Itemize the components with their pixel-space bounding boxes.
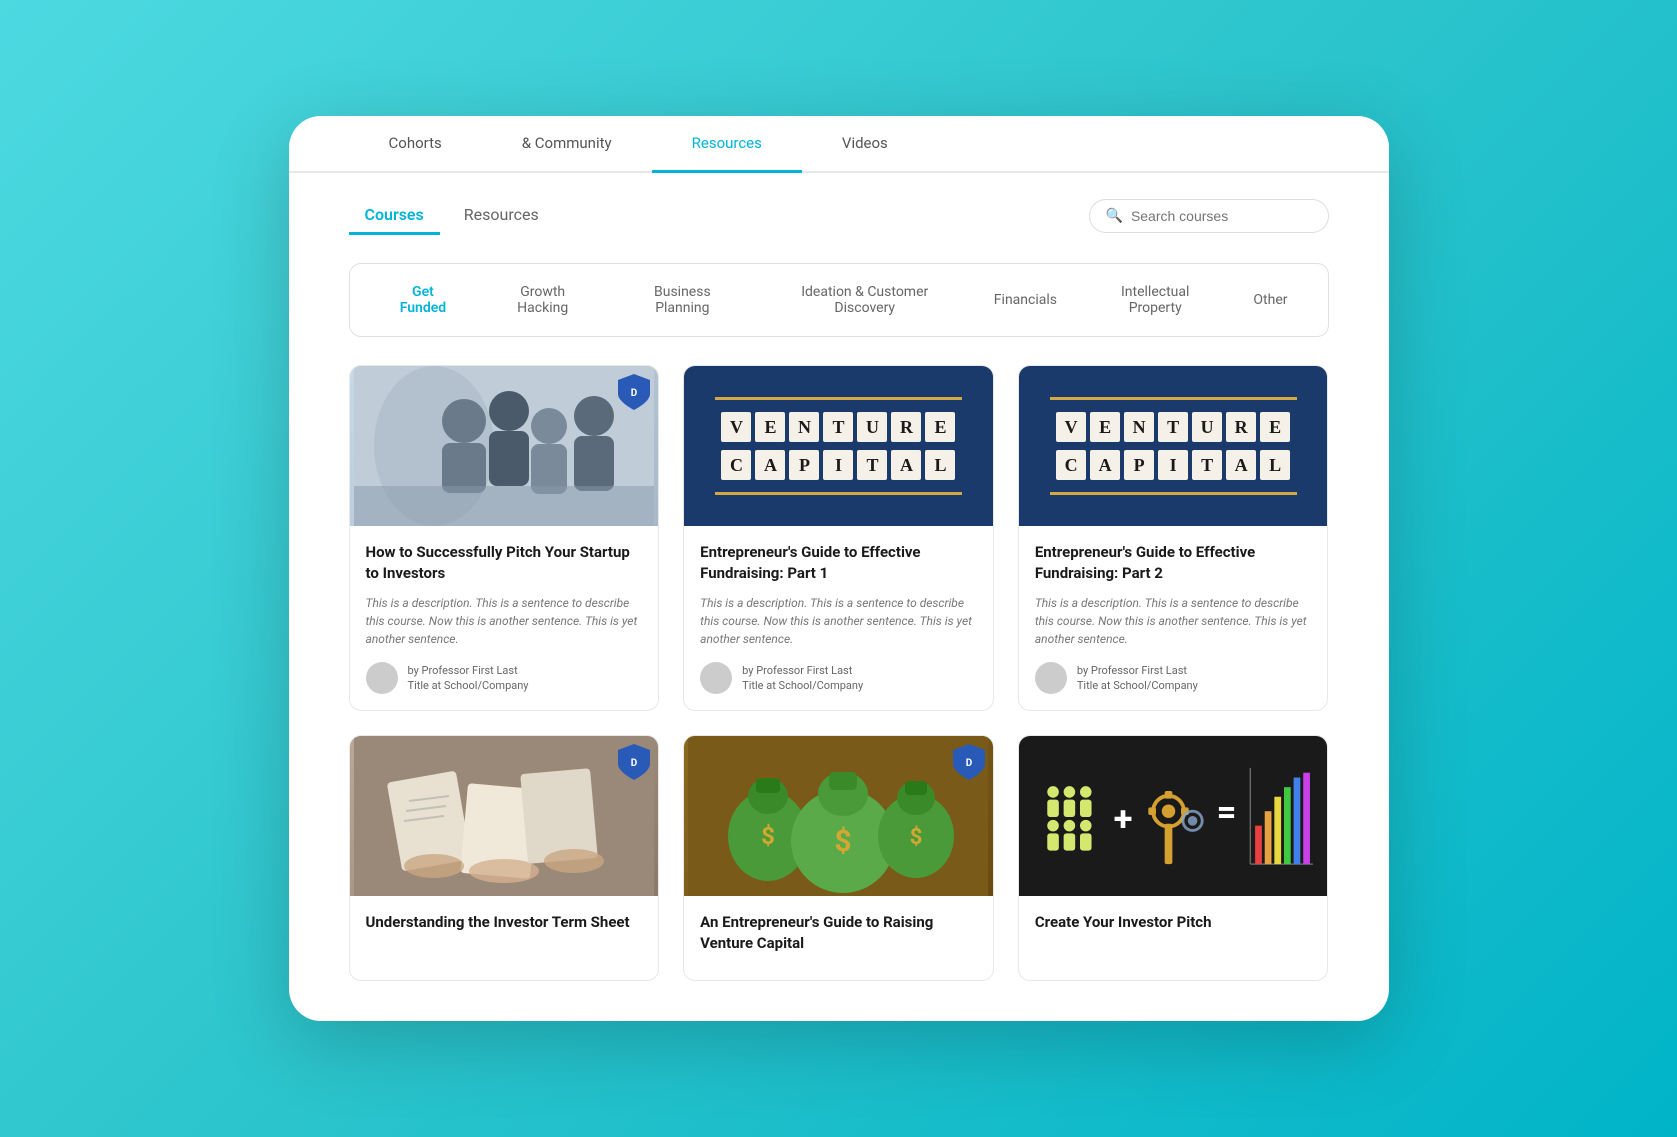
vc-row-2-3: C A P I T A L [1056, 450, 1290, 480]
vc-row-1-3: V E N T U R E [1056, 412, 1290, 442]
category-other[interactable]: Other [1233, 284, 1307, 316]
vc-row-2: C A P I T A L [721, 450, 955, 480]
vc-line-bottom-3 [1050, 492, 1297, 495]
course-title-5: An Entrepreneur's Guide to Raising Ventu… [700, 912, 977, 954]
vc-line-bottom [715, 492, 962, 495]
card-img-wrap-2: V E N T U R E C A P I [684, 366, 993, 526]
vc-row-1: V E N T U R E [721, 412, 955, 442]
course-card-1[interactable]: D How to Successfully Pitch Your Startup… [349, 365, 660, 711]
author-info-3: by Professor First Last Title at School/… [1077, 663, 1198, 694]
shield-badge-1: D [618, 374, 650, 410]
course-card-2[interactable]: V E N T U R E C A P I [683, 365, 994, 711]
course-body-5: An Entrepreneur's Guide to Raising Ventu… [684, 896, 993, 980]
course-card-3[interactable]: V E N T U R E C A P I [1018, 365, 1329, 711]
course-body-3: Entrepreneur's Guide to Effective Fundra… [1019, 526, 1328, 710]
svg-text:+: + [1114, 799, 1133, 839]
course-body-6: Create Your Investor Pitch [1019, 896, 1328, 959]
author-avatar-2 [700, 662, 732, 694]
tab-courses[interactable]: Courses [349, 197, 440, 235]
card-img-wrap-1: D [350, 366, 659, 526]
vc-line-top-3 [1050, 397, 1297, 400]
shield-badge-5: D [953, 744, 985, 784]
course-thumb-3: V E N T U R E C A P I [1019, 366, 1328, 526]
svg-text:D: D [631, 758, 638, 769]
course-body-4: Understanding the Investor Term Sheet [350, 896, 659, 959]
svg-text:$: $ [762, 822, 776, 850]
course-author-3: by Professor First Last Title at School/… [1035, 662, 1312, 694]
author-avatar-3 [1035, 662, 1067, 694]
main-content: Courses Resources 🔍 Get Funded Growth Ha… [289, 173, 1389, 1021]
author-info-1: by Professor First Last Title at School/… [408, 663, 529, 694]
author-info-2: by Professor First Last Title at School/… [742, 663, 863, 694]
nav-cohorts[interactable]: Cohorts [349, 116, 482, 173]
device-frame: Cohorts & Community Resources Videos Cou… [289, 116, 1389, 1021]
course-title-4: Understanding the Investor Term Sheet [366, 912, 643, 933]
course-card-6[interactable]: + [1018, 735, 1329, 981]
search-input[interactable] [1131, 208, 1312, 224]
card-img-wrap-5: $ $ $ [684, 736, 993, 896]
author-avatar-1 [366, 662, 398, 694]
svg-text:=: = [1216, 793, 1236, 833]
card-img-wrap-6: + [1019, 736, 1328, 896]
search-icon: 🔍 [1106, 208, 1123, 224]
shield-badge-4: D [618, 744, 650, 784]
course-body-1: How to Successfully Pitch Your Startup t… [350, 526, 659, 710]
category-growth-hacking[interactable]: Growth Hacking [476, 276, 609, 324]
category-ip[interactable]: Intellectual Property [1077, 276, 1233, 324]
course-thumb-5: $ $ $ [684, 736, 993, 896]
tabs: Courses Resources [349, 197, 555, 235]
svg-text:$: $ [835, 824, 852, 859]
course-desc-2: This is a description. This is a sentenc… [700, 594, 977, 648]
card-img-wrap-4: D [350, 736, 659, 896]
course-author-1: by Professor First Last Title at School/… [366, 662, 643, 694]
nav-resources[interactable]: Resources [652, 116, 802, 173]
nav-community[interactable]: & Community [482, 116, 652, 173]
category-financials[interactable]: Financials [974, 284, 1077, 316]
svg-text:D: D [631, 388, 638, 399]
course-title-3: Entrepreneur's Guide to Effective Fundra… [1035, 542, 1312, 584]
course-card-4[interactable]: D Understanding the Investor Term Sheet [349, 735, 660, 981]
course-title-2: Entrepreneur's Guide to Effective Fundra… [700, 542, 977, 584]
category-ideation[interactable]: Ideation & Customer Discovery [756, 276, 974, 324]
search-box[interactable]: 🔍 [1089, 199, 1329, 233]
nav-videos[interactable]: Videos [802, 116, 928, 173]
course-title-6: Create Your Investor Pitch [1035, 912, 1312, 933]
course-thumb-1: D [350, 366, 659, 526]
course-author-2: by Professor First Last Title at School/… [700, 662, 977, 694]
course-grid: D How to Successfully Pitch Your Startup… [349, 365, 1329, 981]
top-nav: Cohorts & Community Resources Videos [289, 116, 1389, 173]
course-desc-3: This is a description. This is a sentenc… [1035, 594, 1312, 648]
course-thumb-4: D [350, 736, 659, 896]
tab-resources[interactable]: Resources [448, 197, 555, 235]
course-card-5[interactable]: $ $ $ [683, 735, 994, 981]
course-body-2: Entrepreneur's Guide to Effective Fundra… [684, 526, 993, 710]
category-get-funded[interactable]: Get Funded [370, 276, 477, 324]
course-desc-1: This is a description. This is a sentenc… [366, 594, 643, 648]
svg-text:$: $ [910, 825, 923, 850]
tabs-row: Courses Resources 🔍 [349, 197, 1329, 235]
course-thumb-6: + [1019, 736, 1328, 896]
category-filter: Get Funded Growth Hacking Business Plann… [349, 263, 1329, 337]
course-thumb-2: V E N T U R E C A P I [684, 366, 993, 526]
category-business-planning[interactable]: Business Planning [609, 276, 756, 324]
card-img-wrap-3: V E N T U R E C A P I [1019, 366, 1328, 526]
vc-line-top [715, 397, 962, 400]
course-title-1: How to Successfully Pitch Your Startup t… [366, 542, 643, 584]
svg-text:D: D [966, 758, 973, 769]
